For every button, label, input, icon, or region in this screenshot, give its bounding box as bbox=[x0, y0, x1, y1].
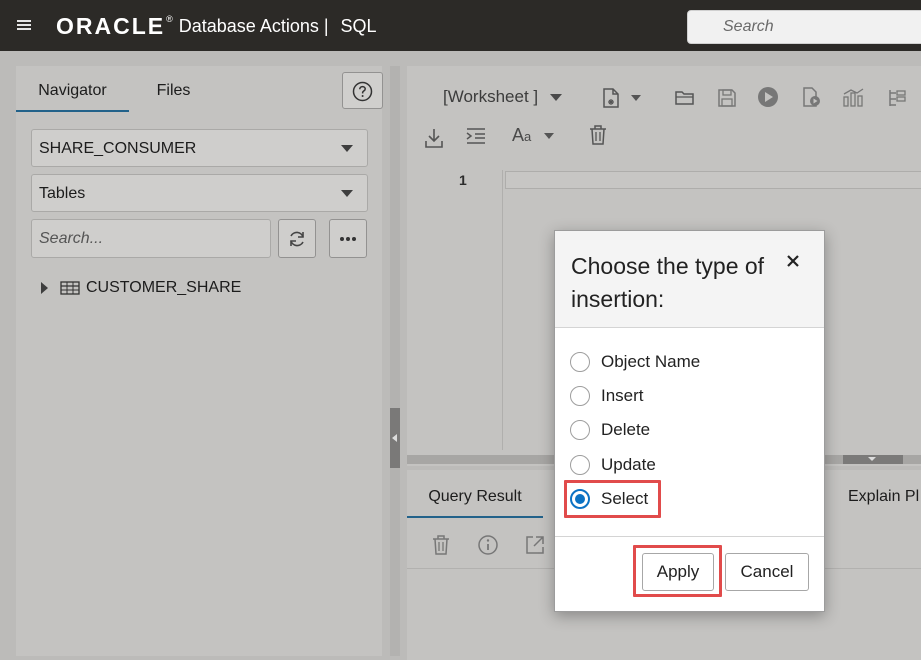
apply-button-highlight bbox=[633, 545, 722, 597]
select-option-highlight bbox=[564, 480, 661, 518]
oracle-logo: ORACLE bbox=[56, 12, 166, 39]
font-case-label-small: a bbox=[524, 129, 532, 144]
refresh-button[interactable] bbox=[278, 219, 316, 258]
dialog-title: Choose the type of insertion: bbox=[571, 253, 765, 312]
option-delete[interactable]: Delete bbox=[570, 418, 650, 442]
option-label: Object Name bbox=[601, 352, 701, 371]
tab-explain-plan[interactable]: Explain Pl bbox=[848, 470, 921, 518]
radio-insert[interactable] bbox=[570, 386, 590, 406]
download-icon[interactable] bbox=[423, 126, 445, 150]
global-search-input[interactable] bbox=[687, 10, 921, 44]
info-icon[interactable] bbox=[477, 534, 499, 556]
chevron-down-icon[interactable] bbox=[544, 133, 554, 139]
table-icon bbox=[60, 281, 80, 295]
menu-icon[interactable] bbox=[15, 17, 33, 33]
object-type-value: Tables bbox=[39, 185, 86, 202]
autotrace-icon[interactable] bbox=[887, 87, 909, 109]
format-indent-icon[interactable] bbox=[465, 126, 487, 146]
chevron-down-icon[interactable] bbox=[631, 95, 641, 101]
dialog-header: Choose the type of insertion: bbox=[555, 231, 824, 328]
tree-item-customer-share[interactable]: CUSTOMER_SHARE bbox=[41, 276, 241, 300]
option-update[interactable]: Update bbox=[570, 453, 656, 477]
help-button[interactable] bbox=[342, 72, 383, 109]
splitter-handle[interactable] bbox=[390, 408, 400, 468]
dialog-footer-divider bbox=[555, 536, 824, 537]
folder-open-icon[interactable] bbox=[674, 88, 696, 108]
editor-resize-handle[interactable] bbox=[843, 455, 903, 464]
tab-files[interactable]: Files bbox=[136, 66, 211, 112]
option-label: Insert bbox=[601, 386, 644, 405]
worksheet-selector[interactable]: [Worksheet ] bbox=[443, 87, 563, 107]
expand-arrow-icon[interactable] bbox=[41, 282, 48, 294]
tree-item-label: CUSTOMER_SHARE bbox=[86, 279, 242, 296]
tab-query-result[interactable]: Query Result bbox=[407, 470, 543, 518]
object-type-select[interactable]: Tables bbox=[31, 174, 368, 212]
more-icon bbox=[340, 237, 356, 241]
line-number: 1 bbox=[459, 172, 467, 188]
explain-plan-icon[interactable] bbox=[842, 87, 866, 109]
clear-results-icon[interactable] bbox=[431, 534, 451, 556]
radio-update[interactable] bbox=[570, 455, 590, 475]
run-icon[interactable] bbox=[757, 86, 779, 108]
chevron-down-icon bbox=[341, 145, 353, 152]
option-insert[interactable]: Insert bbox=[570, 384, 644, 408]
refresh-icon bbox=[290, 231, 304, 247]
save-icon[interactable] bbox=[716, 87, 738, 109]
option-object-name[interactable]: Object Name bbox=[570, 350, 700, 374]
schema-value: SHARE_CONSUMER bbox=[39, 140, 197, 157]
chevron-down-icon bbox=[550, 93, 563, 101]
close-icon[interactable] bbox=[785, 253, 801, 269]
option-label: Update bbox=[601, 455, 656, 474]
worksheet-selector-label: [Worksheet ] bbox=[443, 87, 539, 106]
top-bar: ORACLE ® Database Actions | SQL bbox=[0, 0, 921, 51]
collapse-arrow-icon bbox=[392, 434, 397, 442]
radio-object-name[interactable] bbox=[570, 352, 590, 372]
new-worksheet-icon[interactable] bbox=[600, 87, 622, 109]
insertion-type-dialog: Choose the type of insertion: Object Nam… bbox=[554, 230, 825, 612]
run-script-icon[interactable] bbox=[800, 86, 822, 108]
panel-splitter[interactable] bbox=[390, 66, 400, 656]
navigator-search-input[interactable] bbox=[31, 219, 271, 258]
open-external-icon[interactable] bbox=[524, 534, 546, 556]
trash-icon[interactable] bbox=[588, 124, 608, 146]
module-title: SQL bbox=[340, 15, 377, 36]
schema-select[interactable]: SHARE_CONSUMER bbox=[31, 129, 368, 167]
chevron-down-icon bbox=[341, 190, 353, 197]
product-title: Database Actions | bbox=[178, 15, 329, 36]
code-editor-line[interactable] bbox=[505, 171, 921, 189]
option-label: Delete bbox=[601, 420, 651, 439]
font-case-button[interactable]: Aa bbox=[512, 125, 531, 146]
help-icon bbox=[352, 81, 373, 102]
cancel-button[interactable]: Cancel bbox=[725, 553, 809, 591]
navigator-panel: Navigator Files SHARE_CONSUMER Tables Se… bbox=[16, 66, 383, 656]
brand: ORACLE ® Database Actions | SQL bbox=[56, 13, 377, 39]
more-options-button[interactable] bbox=[329, 219, 367, 258]
radio-delete[interactable] bbox=[570, 420, 590, 440]
font-case-label: A bbox=[512, 125, 525, 145]
line-gutter bbox=[407, 170, 503, 450]
registered-mark: ® bbox=[166, 14, 173, 24]
tab-navigator[interactable]: Navigator bbox=[16, 66, 129, 112]
